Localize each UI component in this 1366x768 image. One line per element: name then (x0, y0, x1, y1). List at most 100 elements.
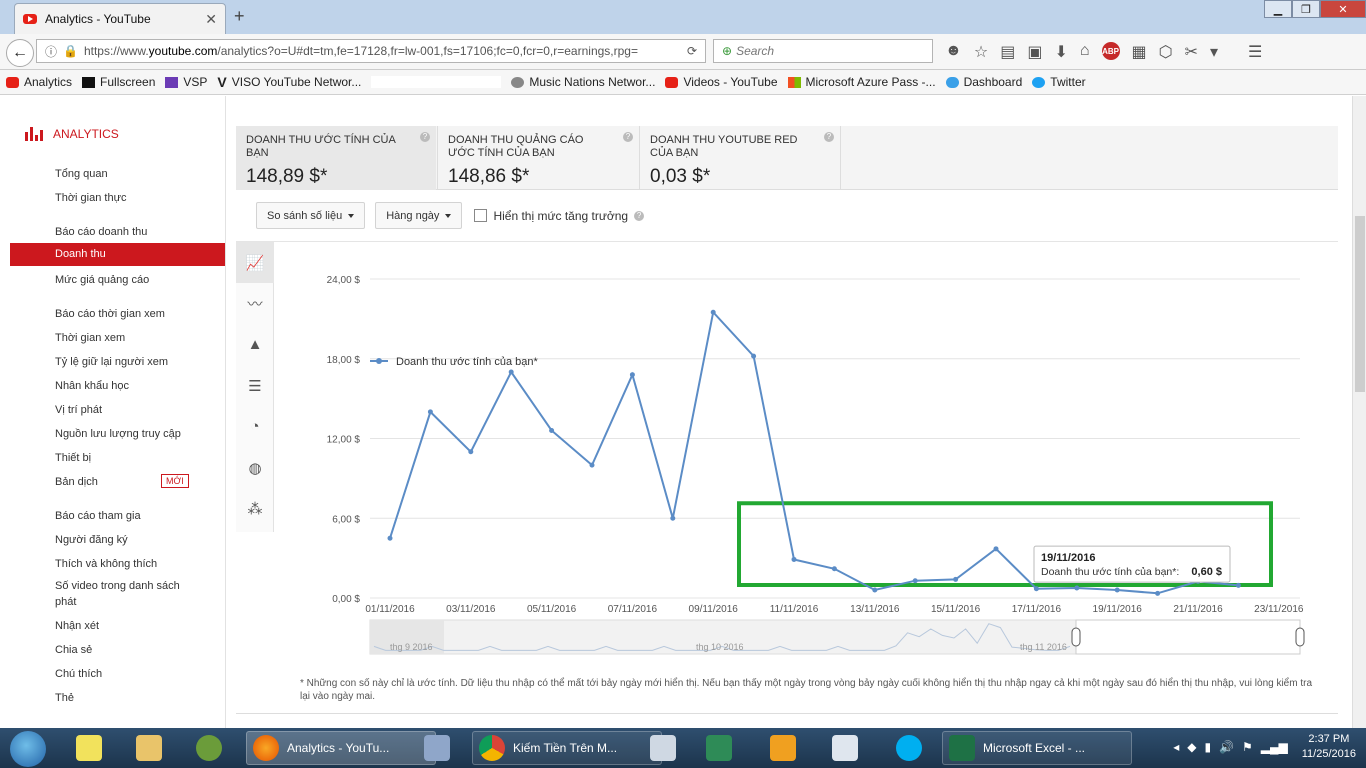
metric-ad-revenue[interactable]: DOANH THU QUẢNG CÁO ƯỚC TÍNH CỦA BẠN 148… (437, 126, 639, 190)
area-chart-icon[interactable]: ▲ (236, 324, 274, 365)
sidebar-item[interactable]: Vị trí phát (55, 402, 102, 418)
home-icon[interactable]: ⌂ (1080, 42, 1090, 62)
new-tab-button[interactable]: + (234, 6, 245, 27)
close-window-button[interactable]: ✕ (1320, 0, 1366, 18)
data-point[interactable] (993, 546, 999, 552)
taskbar-calculator[interactable] (644, 731, 682, 765)
bookmark-twitter[interactable]: Twitter (1032, 75, 1086, 89)
volume-icon[interactable]: 🔊 (1219, 740, 1234, 754)
scrollbar-thumb[interactable] (1355, 216, 1365, 392)
data-point[interactable] (831, 566, 837, 572)
data-point[interactable] (427, 409, 433, 415)
data-point[interactable] (1155, 590, 1161, 596)
reading-list-icon[interactable]: ▤ (1000, 42, 1015, 62)
page-scrollbar[interactable] (1352, 96, 1366, 728)
sidebar-item[interactable]: Thời gian thực (55, 190, 126, 206)
maximize-button[interactable]: ❐ (1292, 0, 1320, 18)
bookmark-redacted[interactable] (371, 76, 502, 88)
address-bar[interactable]: ⓘ 🔒 https://www.youtube.com/analytics?o=… (36, 39, 706, 63)
taskbar-app-2[interactable] (418, 731, 456, 765)
minimize-button[interactable]: ▁ (1264, 0, 1292, 18)
data-point[interactable] (710, 309, 716, 315)
search-input[interactable]: ⊕ Search (713, 39, 933, 63)
bookmark-dashboard[interactable]: Dashboard (945, 75, 1022, 89)
tray-network-icon[interactable]: ▮ (1204, 740, 1211, 754)
sidebar-item[interactable]: Số video trong danh sách (55, 578, 180, 594)
reload-icon[interactable]: ⟳ (687, 44, 697, 58)
data-point[interactable] (1033, 586, 1039, 592)
sidebar-item[interactable]: Thẻ (55, 690, 74, 706)
tray-app-icon[interactable]: ◆ (1187, 740, 1196, 754)
data-point[interactable] (387, 535, 393, 541)
data-point[interactable] (468, 449, 474, 455)
sidebar-item[interactable]: Chú thích (55, 666, 102, 682)
data-point[interactable] (872, 587, 878, 593)
sidebar-item[interactable]: Tổng quan (55, 166, 108, 182)
bar-chart-icon[interactable]: ☰ (236, 365, 274, 406)
bookmark-vsp[interactable]: VSP (165, 75, 207, 89)
extension-icon[interactable]: ☻ (945, 42, 962, 62)
data-point[interactable] (629, 372, 635, 378)
data-point[interactable] (1235, 582, 1241, 588)
flag-icon[interactable]: ⚑ (1242, 740, 1253, 754)
help-icon[interactable]: ? (420, 132, 430, 142)
adblock-icon[interactable]: ABP (1101, 42, 1120, 60)
date-range-navigator[interactable]: thg 9 2016 thg 10 2016 thg 11 2016 (369, 619, 1305, 655)
bookmark-videos-youtube[interactable]: Videos - YouTube (665, 75, 778, 89)
close-tab-icon[interactable]: ✕ (205, 11, 217, 28)
range-handle[interactable] (1071, 627, 1081, 647)
bookmark-music-nations[interactable]: Music Nations Networ... (511, 75, 655, 89)
shield-icon[interactable]: ⬡ (1159, 42, 1173, 62)
line-chart-icon[interactable]: 📈 (236, 242, 274, 283)
data-point[interactable] (751, 353, 757, 359)
help-icon[interactable]: ? (634, 210, 645, 221)
taskbar-camtasia[interactable] (700, 731, 738, 765)
bookmark-azure[interactable]: Microsoft Azure Pass -... (787, 75, 936, 89)
sidebar-item[interactable]: Nguồn lưu lượng truy cập (55, 426, 181, 442)
help-icon[interactable]: ? (824, 132, 834, 142)
taskbar-skype[interactable] (890, 731, 928, 765)
menu-icon[interactable]: ☰ (1248, 42, 1262, 62)
period-dropdown[interactable]: Hàng ngày (375, 202, 463, 229)
range-handle[interactable] (1295, 627, 1305, 647)
sidebar-item[interactable]: Người đăng ký (55, 532, 128, 548)
bookmark-fullscreen[interactable]: Fullscreen (82, 75, 155, 89)
pocket-icon[interactable]: ▣ (1027, 42, 1042, 62)
sidebar-item[interactable]: Báo cáo tham gia (55, 508, 141, 524)
tools-icon[interactable]: ✂ (1185, 42, 1198, 62)
tray-expand-icon[interactable]: ◂ (1173, 740, 1179, 754)
data-point[interactable] (589, 462, 595, 468)
taskbar-firefox[interactable]: Analytics - YouTu... (246, 731, 436, 765)
multi-line-chart-icon[interactable]: 〰 (236, 283, 274, 324)
checkbox[interactable] (474, 209, 488, 222)
taskbar-app-4[interactable] (826, 731, 864, 765)
signal-icon[interactable]: ▂▄▆ (1261, 740, 1288, 754)
sidebar-item[interactable]: Nhân khẩu học (55, 378, 129, 394)
download-icon[interactable]: ⬇ (1054, 42, 1067, 62)
compare-metrics-dropdown[interactable]: So sánh số liệu (256, 202, 366, 229)
data-point[interactable] (912, 578, 918, 584)
taskbar-chrome[interactable]: Kiếm Tiền Trên M... (472, 731, 662, 765)
data-point[interactable] (1074, 585, 1080, 591)
bubble-chart-icon[interactable]: ⁂ (236, 488, 274, 529)
sidebar-item[interactable]: Thời gian xem (55, 330, 125, 346)
sidebar-item[interactable]: Chia sẻ (55, 642, 92, 658)
sidebar-heading[interactable]: ANALYTICS (25, 127, 119, 141)
data-point[interactable] (953, 576, 959, 582)
data-point[interactable] (670, 515, 676, 521)
data-point[interactable] (508, 369, 514, 375)
back-button[interactable]: ← (6, 39, 34, 67)
data-point[interactable] (549, 428, 555, 434)
sidebar-item[interactable]: Bản dịch (55, 474, 98, 490)
sidebar-item[interactable]: Thích và không thích (55, 556, 157, 572)
map-globe-icon[interactable]: ◍ (236, 447, 274, 488)
taskbar-explorer[interactable] (130, 731, 168, 765)
sidebar-item[interactable]: Thiết bị (55, 450, 91, 466)
sidebar-item[interactable]: Báo cáo thời gian xem (55, 306, 165, 322)
sidebar-item[interactable]: phát (55, 594, 76, 610)
taskbar-app-3[interactable] (764, 731, 802, 765)
sidebar-item[interactable]: Nhận xét (55, 618, 99, 634)
bookmark-viso[interactable]: V VISO YouTube Networ... (217, 74, 361, 90)
taskbar-app[interactable] (190, 731, 228, 765)
help-icon[interactable]: ? (623, 132, 633, 142)
